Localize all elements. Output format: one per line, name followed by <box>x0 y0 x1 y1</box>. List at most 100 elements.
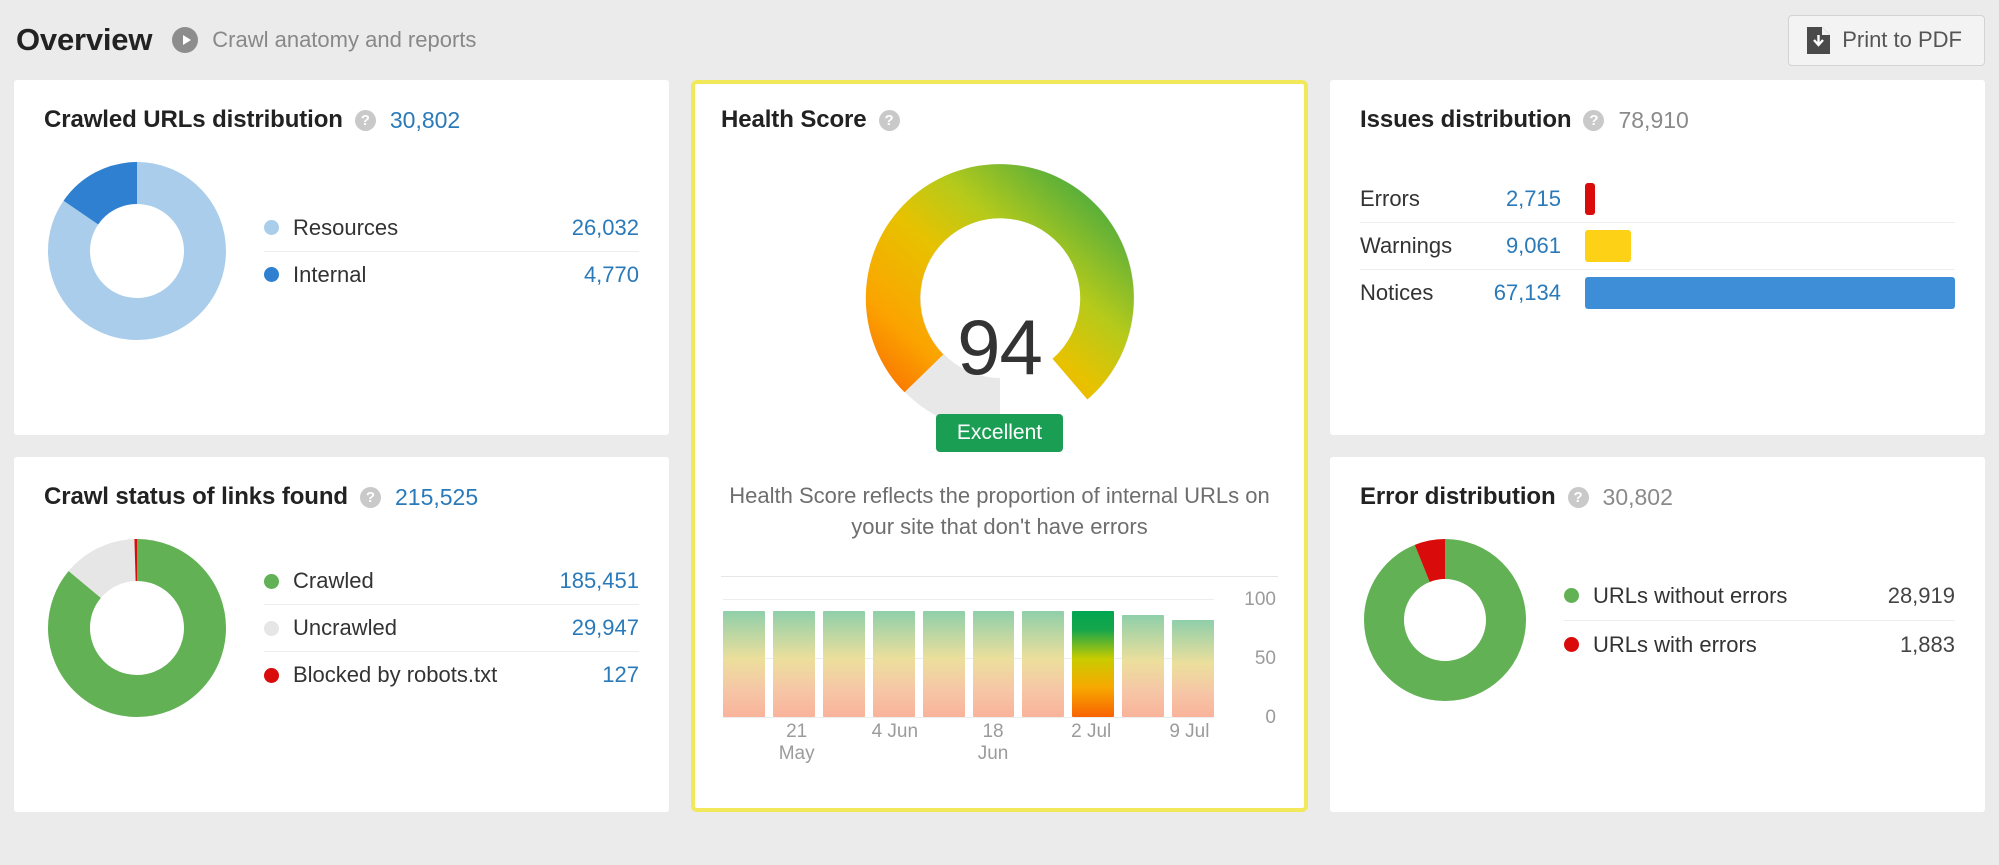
issue-bar <box>1585 277 1955 309</box>
card-header: Health Score ? <box>721 106 1278 134</box>
bar[interactable] <box>1172 620 1214 718</box>
legend-value: 1,883 <box>1900 632 1955 658</box>
bar[interactable] <box>773 611 815 717</box>
health-score-gauge: 94 <box>721 164 1278 432</box>
print-to-pdf-label: Print to PDF <box>1842 27 1962 53</box>
legend-value: 127 <box>602 662 639 688</box>
legend-item[interactable]: URLs without errors 28,919 <box>1564 572 1955 621</box>
bar[interactable] <box>723 611 765 717</box>
error-distribution-donut-chart <box>1360 535 1530 705</box>
legend-color-dot <box>264 668 279 683</box>
issue-value: 2,715 <box>1475 186 1561 212</box>
legend-item[interactable]: Crawled 185,451 <box>264 558 639 605</box>
donut-row: Crawled 185,451 Uncrawled 29,947 Blocked… <box>44 535 639 721</box>
help-icon[interactable]: ? <box>1583 110 1604 131</box>
help-icon[interactable]: ? <box>1568 487 1589 508</box>
y-tick-0: 0 <box>1265 707 1276 729</box>
legend-value: 29,947 <box>572 615 639 641</box>
y-tick-100: 100 <box>1244 589 1276 611</box>
legend-label: Blocked by robots.txt <box>293 662 497 688</box>
play-circle-icon[interactable] <box>172 27 198 53</box>
legend-color-dot <box>1564 637 1579 652</box>
card-issues-distribution: Issues distribution ? 78,910 Errors 2,71… <box>1330 80 1985 435</box>
mini-chart-x-axis: 21 May 4 Jun 18 Jun 2 Jul 9 Jul <box>723 721 1214 765</box>
health-score-history-chart: 100 50 0 21 May 4 Jun 18 Jun 2 Jul 9 Jul <box>721 599 1278 749</box>
right-column: Issues distribution ? 78,910 Errors 2,71… <box>1330 80 1985 865</box>
help-icon[interactable]: ? <box>360 487 381 508</box>
card-header: Crawl status of links found ? 215,525 <box>44 483 639 511</box>
pdf-download-icon <box>1807 27 1830 54</box>
x-tick-label: 21 May <box>772 721 821 765</box>
issue-value: 9,061 <box>1475 233 1561 259</box>
card-crawl-status-of-links-found: Crawl status of links found ? 215,525 <box>14 457 669 812</box>
page-title: Overview <box>16 22 152 58</box>
bar[interactable] <box>973 611 1015 717</box>
gridline-0 <box>723 717 1214 718</box>
legend-color-dot <box>264 621 279 636</box>
legend-item[interactable]: Blocked by robots.txt 127 <box>264 652 639 698</box>
bar[interactable] <box>1122 615 1164 718</box>
x-tick-label: 2 Jul <box>1067 721 1116 765</box>
mini-bars <box>723 599 1214 717</box>
help-icon[interactable]: ? <box>355 110 376 131</box>
issue-label: Warnings <box>1360 233 1475 259</box>
bar-highlighted[interactable] <box>1072 611 1114 717</box>
legend-label: Internal <box>293 262 366 288</box>
legend-label: Resources <box>293 215 398 241</box>
help-icon[interactable]: ? <box>879 110 900 131</box>
card-title: Issues distribution <box>1360 106 1571 134</box>
bar[interactable] <box>1022 611 1064 717</box>
bar[interactable] <box>873 611 915 717</box>
issue-bar <box>1585 183 1595 215</box>
card-title: Crawl status of links found <box>44 483 348 511</box>
donut-row: URLs without errors 28,919 URLs with err… <box>1360 535 1955 705</box>
issue-value: 67,134 <box>1475 280 1561 306</box>
divider <box>721 576 1278 577</box>
middle-column: Health Score ? <box>691 80 1308 865</box>
dashboard-grid: Crawled URLs distribution ? 30,802 <box>0 80 1999 865</box>
crawl-status-legend: Crawled 185,451 Uncrawled 29,947 Blocked… <box>264 558 639 698</box>
issue-bar-cell <box>1585 183 1955 215</box>
left-column: Crawled URLs distribution ? 30,802 <box>14 80 669 865</box>
card-total: 30,802 <box>1603 484 1673 511</box>
crawl-status-donut-chart <box>44 535 230 721</box>
legend-label: URLs with errors <box>1593 632 1757 658</box>
issue-row-warnings[interactable]: Warnings 9,061 <box>1360 223 1955 270</box>
legend-item[interactable]: Resources 26,032 <box>264 205 639 252</box>
health-score-badge-wrap: Excellent <box>721 414 1278 452</box>
crawled-urls-legend: Resources 26,032 Internal 4,770 <box>264 205 639 298</box>
card-header: Crawled URLs distribution ? 30,802 <box>44 106 639 134</box>
legend-color-dot <box>1564 588 1579 603</box>
legend-value: 4,770 <box>584 262 639 288</box>
legend-item[interactable]: Internal 4,770 <box>264 252 639 298</box>
issue-row-errors[interactable]: Errors 2,715 <box>1360 176 1955 223</box>
legend-value: 26,032 <box>572 215 639 241</box>
page-subtitle: Crawl anatomy and reports <box>212 27 476 53</box>
health-score-description: Health Score reflects the proportion of … <box>721 480 1278 542</box>
card-title: Error distribution <box>1360 483 1556 511</box>
card-total: 30,802 <box>390 107 460 134</box>
print-to-pdf-button[interactable]: Print to PDF <box>1788 15 1985 66</box>
x-tick-label: 18 Jun <box>968 721 1017 765</box>
card-header: Issues distribution ? 78,910 <box>1360 106 1955 134</box>
bar[interactable] <box>823 611 865 717</box>
legend-color-dot <box>264 574 279 589</box>
legend-color-dot <box>264 220 279 235</box>
legend-label: Crawled <box>293 568 374 594</box>
card-title: Crawled URLs distribution <box>44 106 343 134</box>
issue-label: Errors <box>1360 186 1475 212</box>
legend-item[interactable]: Uncrawled 29,947 <box>264 605 639 652</box>
legend-value: 185,451 <box>559 568 639 594</box>
crawled-urls-donut-chart <box>44 158 230 344</box>
issue-bar-cell <box>1585 230 1955 262</box>
legend-item[interactable]: URLs with errors 1,883 <box>1564 621 1955 669</box>
donut-row: Resources 26,032 Internal 4,770 <box>44 158 639 344</box>
card-health-score: Health Score ? <box>691 80 1308 812</box>
card-header: Error distribution ? 30,802 <box>1360 483 1955 511</box>
issue-row-notices[interactable]: Notices 67,134 <box>1360 270 1955 316</box>
card-error-distribution: Error distribution ? 30,802 URLs <box>1330 457 1985 812</box>
legend-color-dot <box>264 267 279 282</box>
issue-label: Notices <box>1360 280 1475 306</box>
bar[interactable] <box>923 611 965 717</box>
health-score-value: 94 <box>721 302 1278 393</box>
